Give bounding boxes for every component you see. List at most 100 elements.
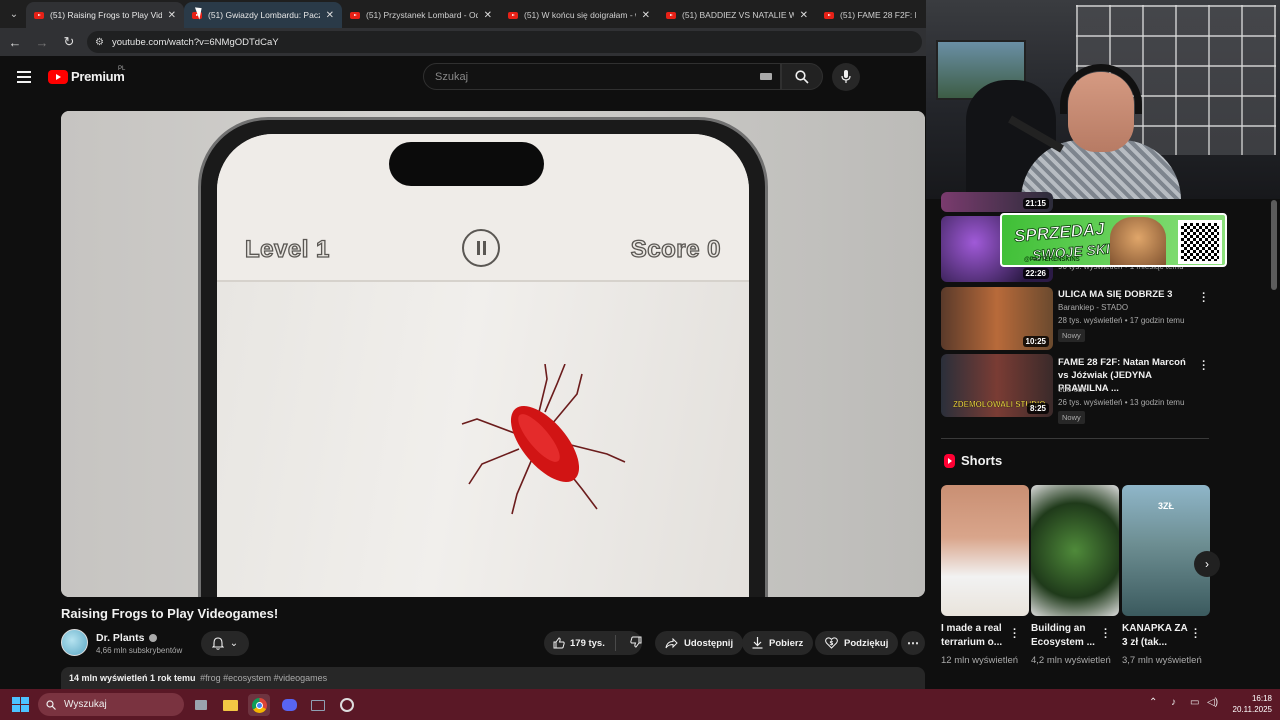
- rec-meta: 28 tys. wyświetleń • 17 godzin temu: [1058, 316, 1185, 325]
- short-title[interactable]: Building an Ecosystem ...: [1031, 622, 1103, 650]
- chrome-icon[interactable]: [248, 694, 270, 716]
- short-thumbnail-2[interactable]: [1031, 485, 1119, 616]
- rec-more-icon[interactable]: · · ·: [1200, 289, 1208, 308]
- sidebar-scrollbar[interactable]: [1271, 200, 1277, 290]
- youtube-favicon-icon: [508, 11, 518, 19]
- share-button[interactable]: Udostępnij: [655, 631, 744, 655]
- rec-channel[interactable]: Barankiep - STADO: [1058, 303, 1128, 312]
- browser-tab-title: (51) Przystanek Lombard - Odc: [366, 10, 478, 20]
- browser-tab-title: (51) W końcu się doigrałam - w: [524, 10, 636, 20]
- notifications-button[interactable]: ⌄: [201, 631, 249, 656]
- browser-tab-2[interactable]: (51) Gwiazdy Lombardu: Paczka ✕: [184, 2, 342, 28]
- back-arrow-icon[interactable]: ←: [3, 30, 27, 54]
- short-more-icon[interactable]: · · ·: [1013, 625, 1017, 644]
- game-score-text: Score 0: [630, 235, 721, 263]
- views-and-date: 14 mln wyświetleń 1 rok temu: [69, 673, 196, 683]
- browser-tab-1[interactable]: (51) Raising Frogs to Play Videoga ✕: [26, 2, 184, 28]
- short-views: 12 mln wyświetleń: [941, 655, 1019, 666]
- short-title[interactable]: I made a real terrarium o...: [941, 622, 1013, 650]
- rec-thumbnail-4[interactable]: ZDEMOLOWALI STUDIO 8:25: [941, 354, 1053, 417]
- youtube-favicon-icon: [350, 11, 360, 19]
- heart-dollar-icon: $: [825, 637, 838, 649]
- video-player[interactable]: Level 1 Score 0: [61, 111, 925, 597]
- logo-text: Premium: [71, 69, 125, 84]
- rec-more-icon[interactable]: · · ·: [1200, 357, 1208, 376]
- like-button[interactable]: 179 tys.: [544, 635, 616, 651]
- rec-thumbnail-1[interactable]: 21:15: [941, 192, 1053, 212]
- browser-tab-title: (51) Raising Frogs to Play Videoga: [50, 10, 162, 20]
- new-badge: Nowy: [1058, 329, 1085, 342]
- phone-in-video: Level 1 Score 0: [198, 117, 768, 597]
- short-thumbnail-3[interactable]: 3ZŁ: [1122, 485, 1210, 616]
- shorts-next-button[interactable]: ›: [1194, 551, 1220, 577]
- file-explorer-icon[interactable]: [219, 694, 241, 716]
- volume-icon[interactable]: ◁): [1207, 697, 1218, 708]
- close-tab-icon[interactable]: ✕: [168, 10, 176, 21]
- browser-tab-4[interactable]: (51) W końcu się doigrałam - w ✕: [500, 2, 658, 28]
- shorts-heading-text: Shorts: [961, 453, 1003, 468]
- channel-avatar[interactable]: [61, 629, 88, 656]
- rec-channel[interactable]: ebe ebe: [1058, 385, 1087, 394]
- hashtags[interactable]: #frog #ecosystem #videogames: [200, 673, 327, 683]
- close-tab-icon[interactable]: ✕: [326, 10, 334, 21]
- description-box[interactable]: 14 mln wyświetleń 1 rok temu #frog #ecos…: [61, 667, 925, 689]
- voice-search-button[interactable]: [832, 63, 860, 91]
- short-views: 3,7 mln wyświetleń: [1122, 655, 1202, 666]
- browser-tab-3[interactable]: (51) Przystanek Lombard - Odc ✕: [342, 2, 500, 28]
- rec-meta: 26 tys. wyświetleń • 13 godzin temu: [1058, 398, 1185, 407]
- rec-thumbnail-3[interactable]: 10:25: [941, 287, 1053, 350]
- channel-name[interactable]: Dr. Plants: [96, 632, 158, 644]
- like-count: 179 tys.: [570, 637, 605, 649]
- network-icon[interactable]: ▭: [1190, 697, 1199, 708]
- short-more-icon[interactable]: · · ·: [1194, 625, 1198, 644]
- video-title: Raising Frogs to Play Videogames!: [61, 606, 279, 621]
- windows-start-icon[interactable]: [12, 697, 29, 712]
- browser-tab-5[interactable]: (51) BADDIEZ VS NATALIE WAYN ✕: [658, 2, 816, 28]
- thumbs-down-icon: [630, 636, 642, 648]
- url-field[interactable]: ⚙ youtube.com/watch?v=6NMgODTdCaY: [87, 31, 922, 53]
- more-actions-button[interactable]: ⋯: [901, 631, 925, 655]
- short-title[interactable]: KANAPKA ZA 3 zł (tak...: [1122, 622, 1194, 650]
- download-button[interactable]: Pobierz: [742, 631, 814, 655]
- search-button[interactable]: [781, 63, 823, 90]
- forward-arrow-icon[interactable]: →: [30, 30, 54, 54]
- close-tab-icon[interactable]: ✕: [800, 10, 808, 21]
- close-tab-icon[interactable]: ✕: [484, 10, 492, 21]
- clock-date: 20.11.2025: [1232, 705, 1272, 714]
- short-more-icon[interactable]: · · ·: [1104, 625, 1108, 644]
- microphone-tray-icon[interactable]: ♪: [1171, 697, 1176, 708]
- browser-tab-6[interactable]: (51) FAME 28 F2F: Natan: [816, 2, 924, 28]
- microphone-icon: [841, 70, 851, 83]
- thanks-button[interactable]: $ Podziękuj: [815, 631, 899, 655]
- rec-title[interactable]: ULICA MA SIĘ DOBRZE 3: [1058, 288, 1198, 301]
- dislike-button[interactable]: [622, 636, 642, 651]
- reload-icon[interactable]: ↻: [57, 30, 81, 54]
- webcam-overlay: [926, 0, 1280, 199]
- short-thumbnail-1[interactable]: [941, 485, 1029, 616]
- youtube-favicon-icon: [666, 11, 676, 19]
- app-window-icon[interactable]: [307, 694, 329, 716]
- youtube-premium-logo[interactable]: Premium PL: [48, 66, 125, 84]
- tab-search-button[interactable]: ⌄: [2, 3, 26, 25]
- site-info-icon[interactable]: ⚙: [95, 37, 104, 48]
- obs-icon[interactable]: [336, 694, 358, 716]
- taskbar-clock[interactable]: 16:18 20.11.2025: [1224, 693, 1272, 715]
- tray-chevron-up-icon[interactable]: ⌃: [1149, 697, 1157, 708]
- shorts-icon: [944, 453, 955, 468]
- youtube-play-icon: [48, 69, 68, 84]
- thumbs-up-icon: [553, 637, 565, 649]
- skins-ad-banner[interactable]: SPRZEDAJ SWOJE SKINY @PAJTERENSKINS: [1000, 213, 1227, 267]
- close-tab-icon[interactable]: ✕: [642, 10, 650, 21]
- tab-strip: ⌄ (51) Raising Frogs to Play Videoga ✕ (…: [0, 0, 926, 28]
- video-duration: 22:26: [1022, 268, 1049, 279]
- taskbar-search-label: Wyszukaj: [64, 699, 107, 710]
- shorts-heading: Shorts: [944, 453, 1002, 468]
- search-input[interactable]: Szukaj: [423, 63, 781, 90]
- taskbar-search[interactable]: Wyszukaj: [38, 693, 184, 716]
- youtube-favicon-icon: [34, 11, 44, 19]
- discord-icon[interactable]: [278, 694, 300, 716]
- menu-icon[interactable]: [17, 71, 31, 83]
- task-view-icon[interactable]: [190, 694, 212, 716]
- keyboard-icon[interactable]: [760, 73, 772, 80]
- search-placeholder: Szukaj: [435, 70, 469, 83]
